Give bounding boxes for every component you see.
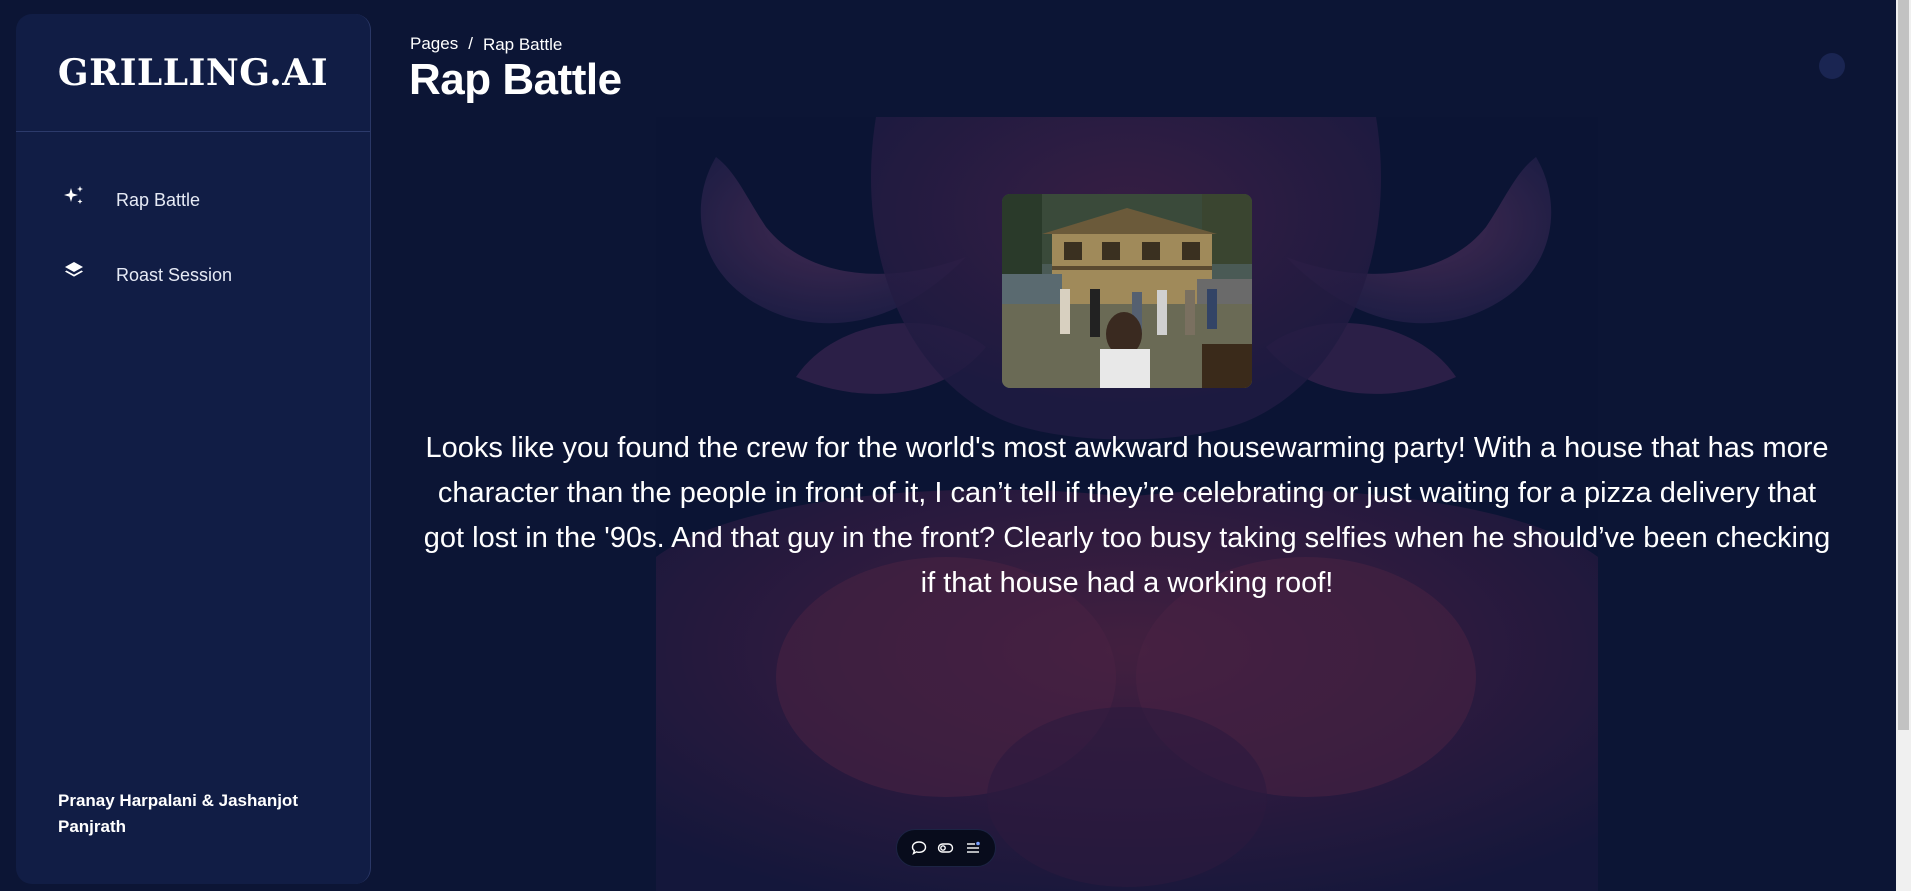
breadcrumb-separator: /: [468, 33, 473, 53]
breadcrumb-current: Rap Battle: [482, 35, 563, 54]
toggle-icon[interactable]: [935, 837, 957, 859]
sidebar-nav: Rap Battle Roast Session: [16, 132, 370, 295]
sparkles-icon: [62, 184, 86, 208]
brand-logo[interactable]: GRILLING.AI: [16, 14, 370, 132]
sidebar-footer-credits: Pranay Harpalani & Jashanjot Panjrath: [58, 791, 298, 836]
breadcrumb: Pages / Rap Battle: [410, 32, 562, 55]
sidebar-item-rap-battle[interactable]: Rap Battle: [16, 180, 370, 220]
page-title: Rap Battle: [409, 55, 622, 104]
sidebar: GRILLING.AI Rap Battle Roast Session Pra…: [16, 14, 371, 884]
page-scrollbar[interactable]: [1896, 0, 1911, 891]
breadcrumb-root[interactable]: Pages: [410, 34, 458, 54]
roast-response-text: Looks like you found the crew for the wo…: [423, 432, 1831, 599]
list-settings-icon[interactable]: [962, 837, 984, 859]
sidebar-item-label: Roast Session: [116, 264, 233, 285]
layers-icon: [62, 259, 86, 283]
chat-bubble-icon[interactable]: [908, 837, 930, 859]
app: GRILLING.AI Rap Battle Roast Session Pra…: [0, 0, 1911, 891]
avatar[interactable]: [1819, 53, 1845, 79]
bottom-toolbar: [896, 829, 996, 867]
scrollbar-thumb[interactable]: [1898, 0, 1909, 730]
uploaded-photo: [1002, 194, 1252, 388]
sidebar-item-roast-session[interactable]: Roast Session: [16, 255, 370, 295]
sidebar-item-label: Rap Battle: [116, 189, 201, 210]
